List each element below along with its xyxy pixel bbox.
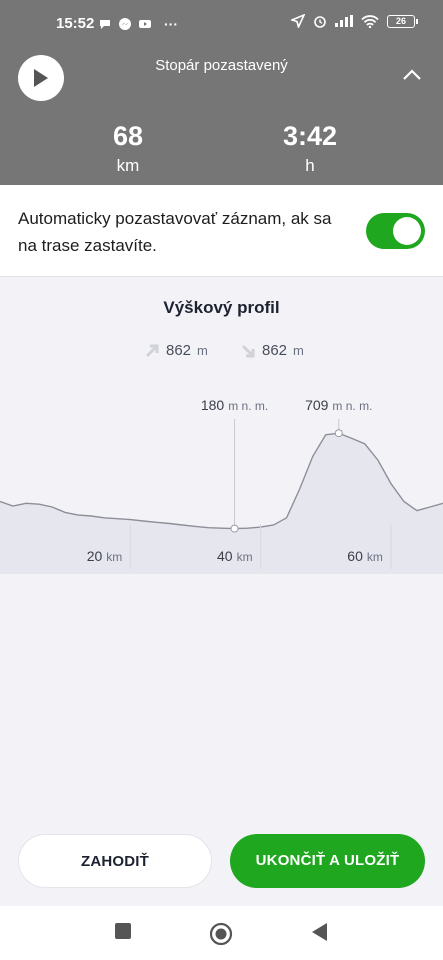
auto-pause-row: Automaticky pozastavovať záznam, ak sa n… bbox=[0, 185, 443, 277]
action-buttons: ZAHODIŤ UKONČIŤ A ULOŽIŤ bbox=[0, 834, 443, 890]
time-value: 3:42 bbox=[282, 121, 338, 151]
elevation-profile-title: Výškový profil bbox=[163, 298, 280, 317]
messenger-icon bbox=[119, 18, 131, 30]
recent-apps-icon[interactable] bbox=[114, 922, 132, 940]
stopwatch-header: Stopár pozastavený 68 km 3:42 h bbox=[0, 41, 443, 185]
elevation-stats: 862 m 862 m bbox=[0, 342, 443, 362]
max-elevation-marker: 709 m n. m. bbox=[305, 397, 372, 438]
ascent-value: 862 bbox=[166, 342, 192, 359]
descent-unit: m bbox=[293, 343, 304, 358]
distance-value: 68 bbox=[112, 121, 144, 151]
marker-point bbox=[230, 524, 239, 533]
distance-stat: 68 km bbox=[68, 121, 188, 176]
status-left-icons: ··· bbox=[98, 16, 178, 32]
system-navigation-bar bbox=[0, 906, 443, 960]
back-icon[interactable] bbox=[310, 922, 328, 942]
time-unit: h bbox=[305, 156, 315, 175]
wifi-icon bbox=[361, 14, 379, 28]
status-right-icons: 26 bbox=[291, 14, 418, 28]
time-stat: 3:42 h bbox=[250, 121, 370, 176]
signal-icon bbox=[335, 15, 353, 27]
arrow-down-right-icon bbox=[241, 344, 255, 357]
marker-label: 180 m n. m. bbox=[201, 397, 268, 413]
descent-stat: 862 m bbox=[240, 342, 304, 359]
alarm-icon bbox=[314, 16, 326, 28]
home-icon[interactable] bbox=[209, 922, 233, 946]
status-time: 15:52 bbox=[56, 15, 95, 32]
stopwatch-status-title: Stopár pozastavený bbox=[155, 57, 288, 74]
status-bar: 15:52 ··· 26 bbox=[0, 0, 443, 41]
chat-bubble-icon bbox=[100, 20, 110, 29]
distance-unit: km bbox=[116, 156, 140, 175]
battery-indicator: 26 bbox=[387, 14, 418, 28]
ascent-unit: m bbox=[197, 343, 208, 358]
arrow-up-right-icon bbox=[145, 344, 159, 357]
elevation-profile-section: Výškový profil 862 m 862 m 20 km 40 km 60 km … bbox=[0, 278, 443, 828]
youtube-icon bbox=[139, 20, 151, 28]
finish-and-save-button[interactable]: UKONČIŤ A ULOŽIŤ bbox=[230, 834, 425, 888]
elevation-chart[interactable]: 20 km 40 km 60 km 180 m n. m. 709 m n. m. bbox=[0, 374, 443, 574]
marker-label: 709 m n. m. bbox=[305, 397, 372, 413]
auto-pause-label: Automaticky pozastavovať záznam, ak sa n… bbox=[18, 209, 332, 255]
descent-value: 862 bbox=[262, 342, 288, 359]
chevron-up-icon[interactable] bbox=[401, 67, 423, 83]
discard-button[interactable]: ZAHODIŤ bbox=[18, 834, 212, 888]
auto-pause-toggle[interactable] bbox=[366, 213, 425, 249]
marker-point bbox=[334, 429, 343, 438]
ascent-stat: 862 m bbox=[144, 342, 208, 359]
location-arrow-icon bbox=[291, 14, 305, 28]
min-elevation-marker: 180 m n. m. bbox=[201, 397, 268, 533]
toggle-knob bbox=[393, 217, 421, 245]
more-notifications: ··· bbox=[164, 16, 178, 32]
